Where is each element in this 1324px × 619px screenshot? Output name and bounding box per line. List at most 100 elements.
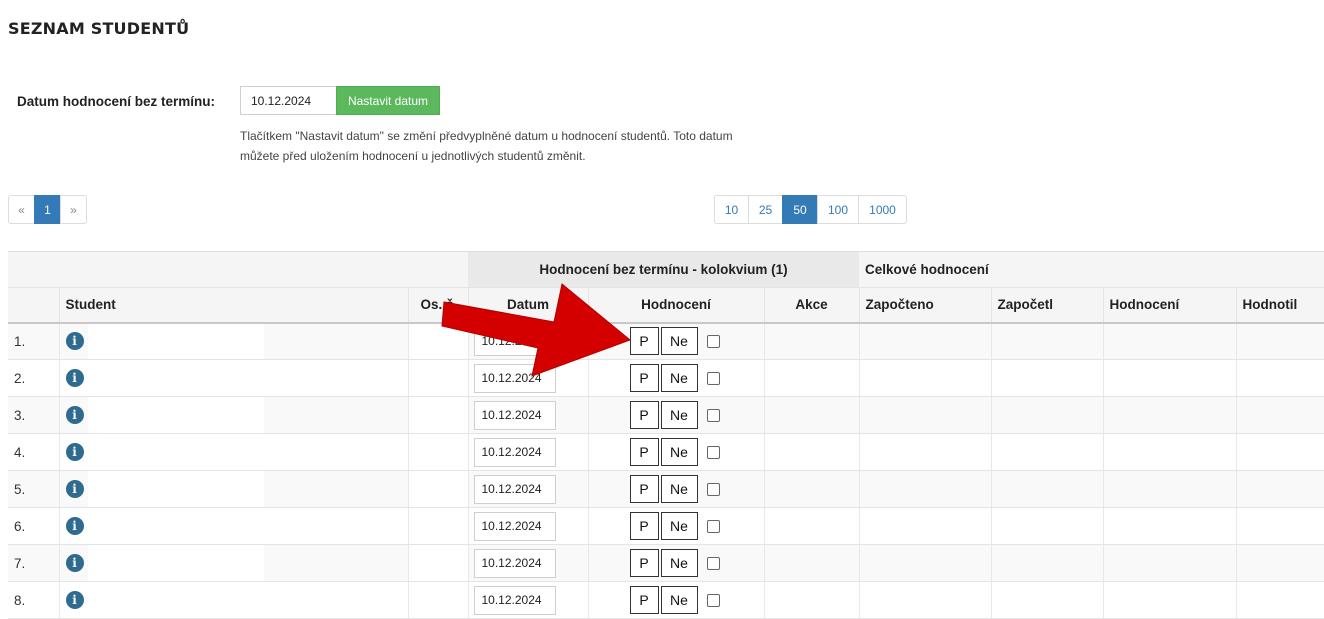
row-date-input[interactable]: [473, 511, 556, 541]
grade-fail-button[interactable]: Ne: [660, 475, 698, 503]
page-size-50[interactable]: 50: [782, 195, 818, 224]
row-date-input[interactable]: [473, 400, 556, 430]
akce-cell: [764, 359, 860, 397]
grade-pass-button[interactable]: P: [629, 586, 659, 614]
hodnotil-cell: [1236, 470, 1324, 508]
grade-checkbox[interactable]: [706, 445, 720, 459]
grade-checkbox[interactable]: [706, 408, 720, 422]
hodnotil-cell: [1236, 507, 1324, 545]
student-name-redacted: [87, 360, 264, 396]
grade-pass-button[interactable]: P: [629, 364, 659, 392]
zapocetl-cell: [991, 433, 1104, 471]
col-hodnotil[interactable]: Hodnotil: [1236, 287, 1324, 324]
row-date-input[interactable]: [473, 585, 556, 615]
grade-fail-button[interactable]: Ne: [660, 364, 698, 392]
grade-pass-button[interactable]: P: [629, 512, 659, 540]
os-cislo-cell: [408, 359, 469, 397]
row-date-input[interactable]: [473, 437, 556, 467]
hodnoceni-overall-cell: [1103, 581, 1237, 619]
row-number: 7.: [8, 544, 60, 582]
info-icon[interactable]: i: [65, 369, 84, 387]
zapocetl-cell: [991, 470, 1104, 508]
page-size-1000[interactable]: 1000: [858, 195, 907, 224]
table-row: 8. i PNe: [8, 581, 1324, 619]
info-icon[interactable]: i: [65, 332, 84, 351]
col-zapocteno[interactable]: Započteno: [859, 287, 992, 324]
set-date-button[interactable]: Nastavit datum: [336, 86, 440, 115]
page-size-selector: 10 25 50 100 1000: [714, 195, 907, 224]
grade-checkbox[interactable]: [706, 334, 720, 348]
grade-cell: P Ne: [588, 507, 765, 545]
student-cell: i: [59, 507, 409, 545]
row-date-input[interactable]: [473, 474, 556, 504]
hodnotil-cell: [1236, 359, 1324, 397]
table-group-header: Hodnocení bez termínu - kolokvium (1) Ce…: [8, 251, 1324, 288]
grade-checkbox[interactable]: [706, 556, 720, 570]
grade-checkbox[interactable]: [706, 482, 720, 496]
grade-fail-button[interactable]: Ne: [660, 549, 698, 577]
table-row: 6. i PNe: [8, 507, 1324, 545]
grade-checkbox[interactable]: [706, 519, 720, 533]
group-header-overall: Celkové hodnocení: [859, 251, 1324, 288]
grade-fail-button[interactable]: Ne: [660, 438, 698, 466]
zapocetl-cell: [991, 359, 1104, 397]
grade-pass-button[interactable]: P: [629, 438, 659, 466]
zapocteno-cell: [859, 359, 992, 397]
date-cell: [468, 396, 589, 434]
hodnoceni-overall-cell: [1103, 507, 1237, 545]
grade-pass-button[interactable]: P: [629, 549, 659, 577]
info-icon[interactable]: i: [65, 591, 84, 609]
col-os-cislo[interactable]: Os. č: [408, 287, 469, 324]
grade-pass-button[interactable]: P: [629, 327, 659, 356]
info-icon[interactable]: i: [65, 517, 84, 535]
grade-pass-button[interactable]: P: [629, 475, 659, 503]
row-number: 8.: [8, 581, 60, 619]
info-icon[interactable]: i: [65, 443, 84, 461]
evaluation-date-input[interactable]: [240, 86, 336, 115]
grade-cell: P Ne: [588, 544, 765, 582]
grade-pass-button[interactable]: P: [629, 401, 659, 429]
pagination-prev[interactable]: «: [8, 195, 35, 224]
grade-fail-button[interactable]: Ne: [660, 327, 698, 356]
page-size-25[interactable]: 25: [748, 195, 783, 224]
row-date-input[interactable]: [473, 363, 556, 393]
grade-fail-button[interactable]: Ne: [660, 586, 698, 614]
col-zapocetl[interactable]: Započetl: [991, 287, 1104, 324]
col-datum[interactable]: Datum: [468, 287, 589, 324]
hodnoceni-overall-cell: [1103, 396, 1237, 434]
col-student[interactable]: Student: [59, 287, 409, 324]
date-help-text: Tlačítkem "Nastavit datum" se změní před…: [240, 129, 733, 163]
grade-checkbox[interactable]: [706, 371, 720, 385]
pagination-next[interactable]: »: [60, 195, 87, 224]
zapocetl-cell: [991, 507, 1104, 545]
row-date-input[interactable]: [473, 548, 556, 578]
grade-checkbox[interactable]: [706, 593, 720, 607]
table-row: 7. i PNe: [8, 544, 1324, 582]
zapocteno-cell: [859, 507, 992, 545]
hodnotil-cell: [1236, 396, 1324, 434]
table-header: Student Os. č Datum Hodnocení Akce Započ…: [8, 287, 1324, 324]
col-hodnoceni[interactable]: Hodnocení: [588, 287, 765, 324]
zapocetl-cell: [991, 581, 1104, 619]
info-icon[interactable]: i: [65, 480, 84, 498]
col-hodnoceni-overall[interactable]: Hodnocení: [1103, 287, 1237, 324]
page-size-100[interactable]: 100: [817, 195, 859, 224]
info-icon[interactable]: i: [65, 406, 84, 424]
grade-cell: P Ne: [588, 396, 765, 434]
grade-cell: P Ne: [588, 470, 765, 508]
grade-fail-button[interactable]: Ne: [660, 401, 698, 429]
pagination: « 1 »: [8, 195, 87, 224]
date-cell: [468, 470, 589, 508]
grade-cell: P Ne: [588, 322, 765, 360]
akce-cell: [764, 544, 860, 582]
zapocetl-cell: [991, 322, 1104, 360]
info-icon[interactable]: i: [65, 554, 84, 572]
student-name-redacted: [87, 471, 264, 507]
student-name-redacted: [87, 397, 264, 433]
hodnoceni-overall-cell: [1103, 433, 1237, 471]
page-size-10[interactable]: 10: [714, 195, 749, 224]
date-cell: [468, 433, 589, 471]
row-date-input[interactable]: [473, 326, 556, 356]
pagination-page-1[interactable]: 1: [34, 195, 61, 224]
grade-fail-button[interactable]: Ne: [660, 512, 698, 540]
